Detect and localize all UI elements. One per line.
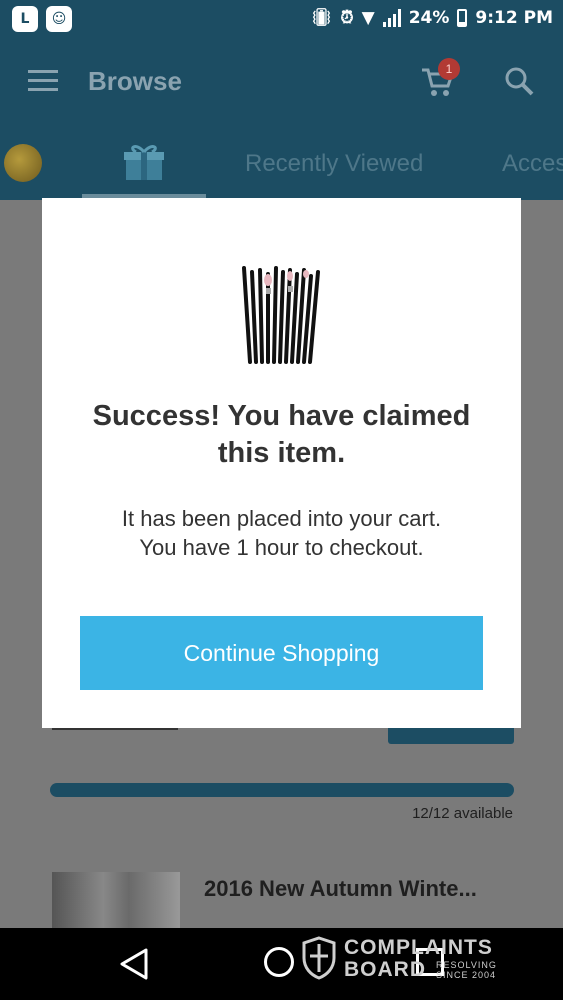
cart-count-badge: 1 (438, 58, 460, 80)
battery-icon (457, 9, 468, 27)
vibrate-icon: 📳︎ (310, 8, 333, 28)
home-icon[interactable] (264, 947, 294, 977)
gift-icon[interactable] (122, 142, 166, 182)
status-bar: L ☺ 📳︎ ⏰︎ ▼ 24% 9:12 PM (0, 0, 563, 38)
system-icons: 📳︎ ⏰︎ ▼ 24% 9:12 PM (311, 8, 553, 28)
app-toolbar: Browse 1 (0, 38, 563, 124)
watermark-tagline: RESOLVING SINCE 2004 (436, 960, 516, 980)
dialog-message-line: You have 1 hour to checkout. (139, 535, 424, 560)
availability-progress (50, 783, 514, 797)
product-title[interactable]: 2016 New Autumn Winte... (204, 876, 477, 902)
clock: 9:12 PM (475, 8, 553, 28)
continue-shopping-button[interactable]: Continue Shopping (80, 616, 483, 690)
watermark-tagline-line: SINCE 2004 (436, 970, 497, 980)
battery-percent: 24% (408, 8, 450, 28)
dialog-message: It has been placed into your cart. You h… (42, 504, 521, 562)
watermark: COMPLAINTS BOARD RESOLVING SINCE 2004 (302, 936, 522, 982)
wifi-icon: ▼ (361, 8, 375, 28)
product-image[interactable] (52, 872, 180, 928)
tab-accessories[interactable]: Acces (502, 150, 563, 178)
tab-recently-viewed[interactable]: Recently Viewed (245, 150, 423, 178)
dialog-message-line: It has been placed into your cart. (121, 506, 442, 531)
watermark-text: BOARD (344, 958, 426, 981)
availability-text: 12/12 available (412, 805, 513, 822)
alarm-icon: ⏰︎ (340, 8, 354, 28)
shield-icon (302, 936, 336, 980)
watermark-tagline-line: RESOLVING (436, 960, 497, 970)
product-image (228, 258, 336, 370)
signal-icon (382, 9, 401, 27)
category-tabs: Recently Viewed Acces (0, 124, 563, 200)
claim-button[interactable] (388, 728, 514, 744)
dialog-title-line: this item. (217, 437, 346, 469)
notification-icons: L ☺ (12, 6, 72, 32)
app-notification-icon: ☺ (46, 6, 72, 32)
app-notification-icon: L (12, 6, 38, 32)
dialog-title-line: Success! You have claimed (92, 400, 471, 432)
back-icon[interactable] (118, 946, 150, 982)
dialog-title: Success! You have claimed this item. (42, 398, 521, 472)
search-icon[interactable] (504, 66, 534, 96)
page-title: Browse (88, 66, 182, 96)
watermark-text: COMPLAINTS (344, 936, 493, 959)
coin-tab-icon[interactable] (4, 144, 42, 182)
menu-icon[interactable] (28, 70, 58, 92)
